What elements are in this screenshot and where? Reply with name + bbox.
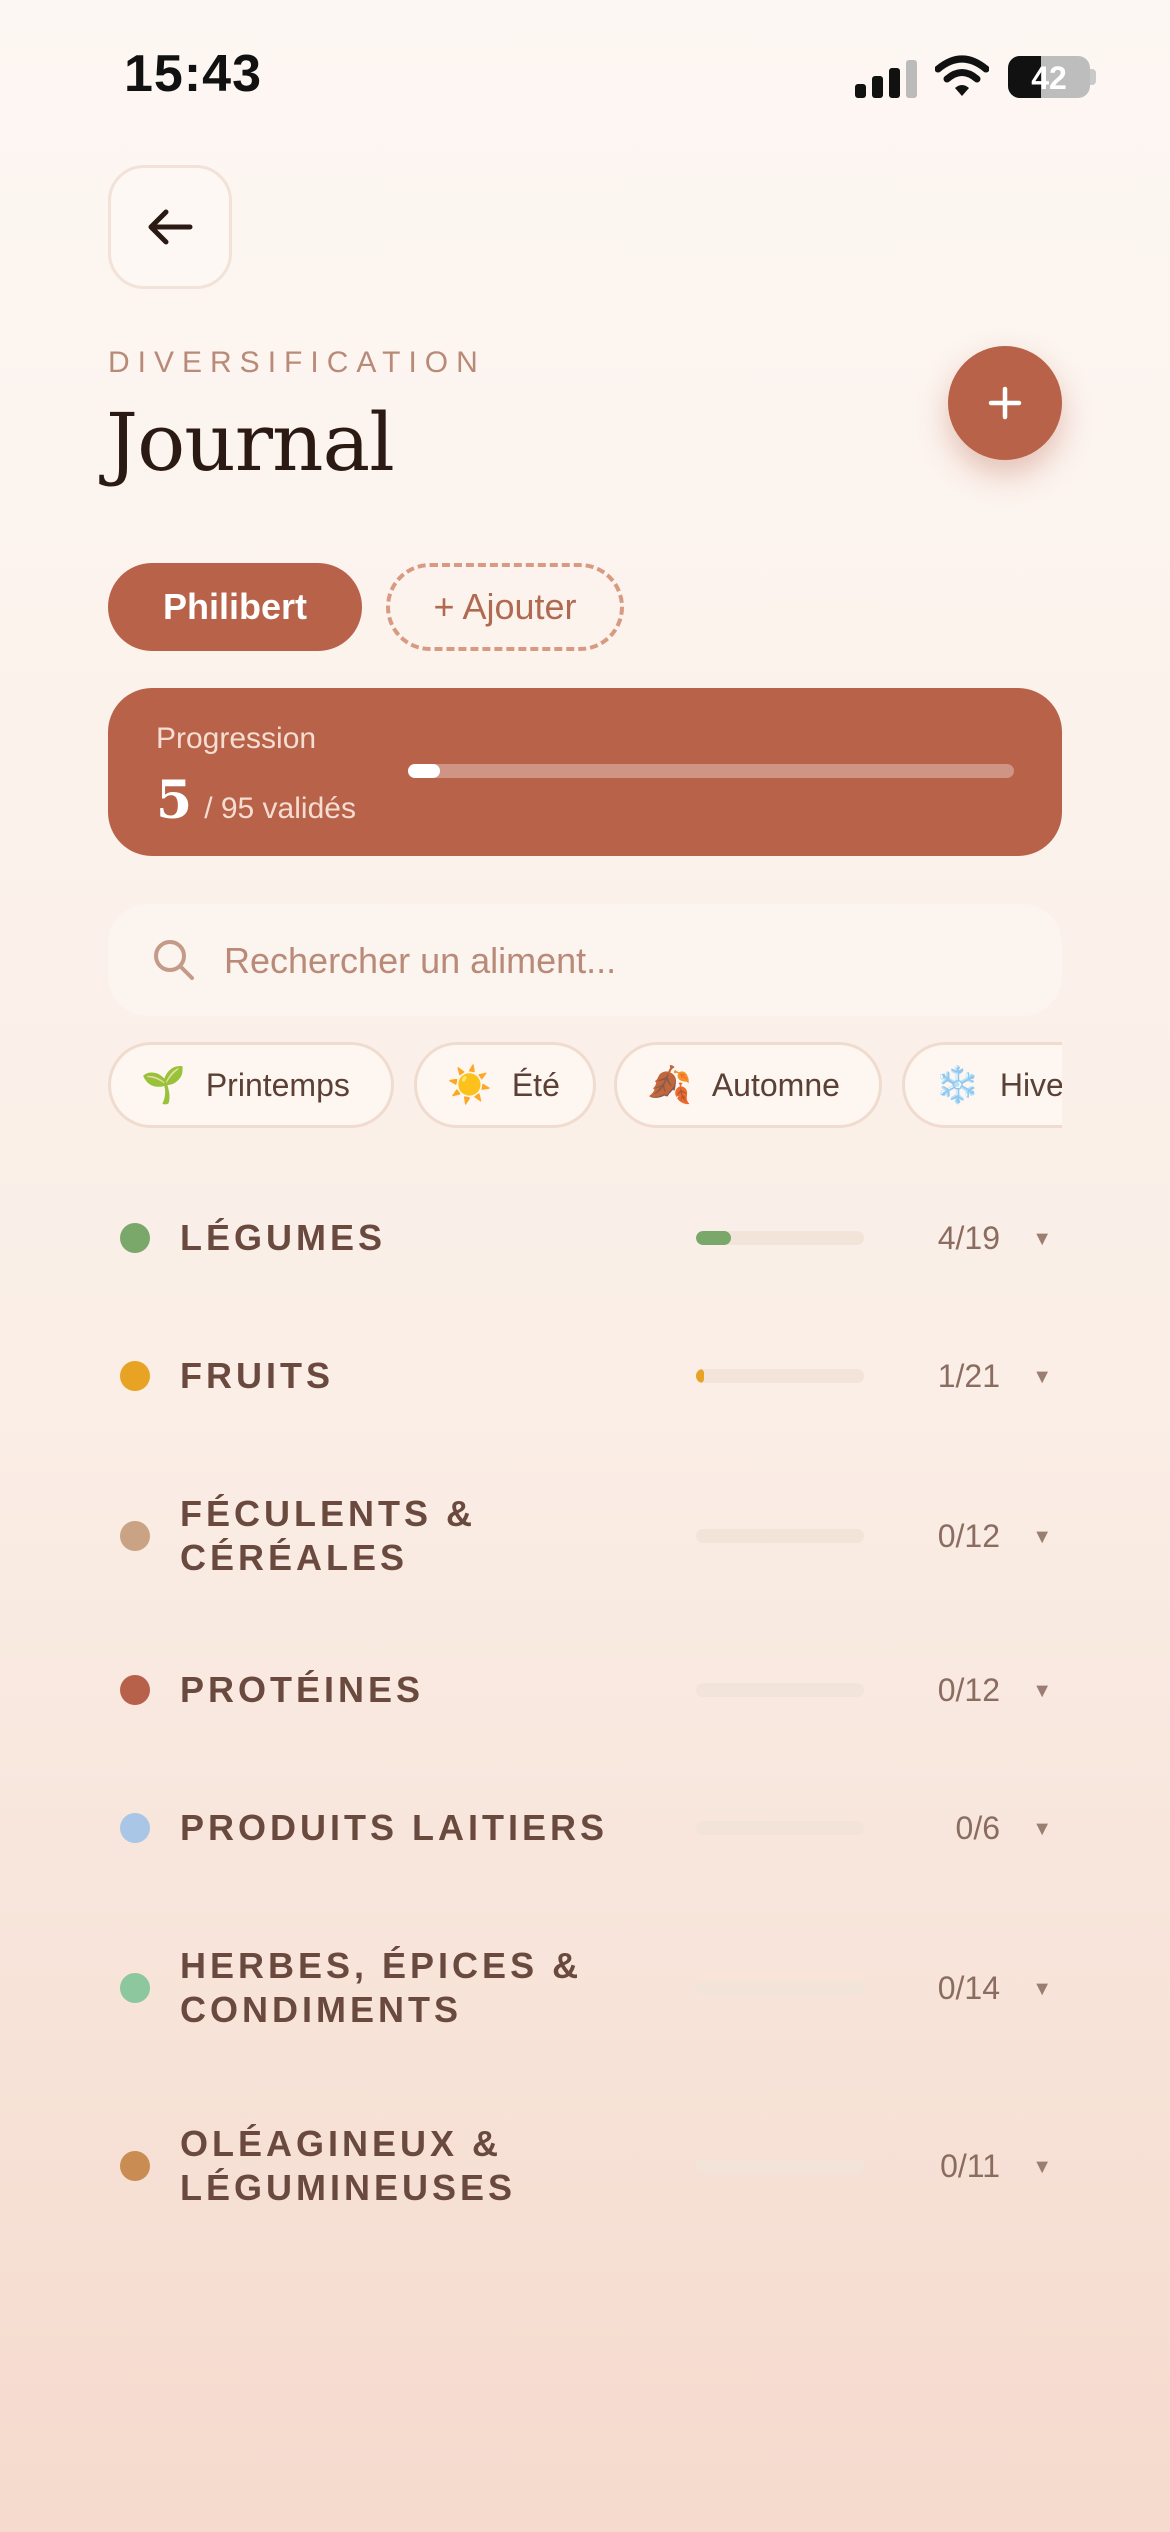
category-label: OLÉAGINEUX & LÉGUMINEUSES [180, 2123, 517, 2208]
category-progress-bar [696, 1231, 864, 1245]
category-progress-fill [696, 1231, 732, 1245]
category-progress-bar [696, 1369, 864, 1383]
season-chip-autumn[interactable]: 🍂 Automne [614, 1042, 882, 1128]
category-count: 4/19 [937, 1220, 1000, 1256]
category-row-legumes[interactable]: LÉGUMES 4/19 ▼ [108, 1208, 1062, 1268]
season-chip-spring[interactable]: 🌱 Printemps [108, 1042, 394, 1128]
category-progress-bar [696, 1683, 864, 1697]
progression-bar-fill [408, 764, 441, 778]
category-label: FRUITS [180, 1355, 334, 1396]
category-progress-bar [696, 1821, 864, 1835]
progression-validated: 5 [156, 770, 193, 831]
chevron-down-icon: ▼ [1032, 1818, 1052, 1840]
battery-level: 42 [1031, 60, 1067, 96]
category-color-dot [120, 1973, 150, 2003]
category-color-dot [120, 1675, 150, 1705]
category-count: 0/12 [937, 1672, 1000, 1708]
category-count: 0/14 [937, 1970, 1000, 2006]
category-row-oleagineux[interactable]: OLÉAGINEUX & LÉGUMINEUSES 0/11 ▼ [108, 2116, 1062, 2216]
category-count: 0/11 [940, 2148, 1000, 2184]
category-label: PRODUITS LAITIERS [180, 1807, 609, 1848]
search-icon [154, 940, 194, 980]
category-row-produits-laitiers[interactable]: PRODUITS LAITIERS 0/6 ▼ [108, 1798, 1062, 1858]
wifi-icon [934, 54, 990, 98]
status-time: 15:43 [124, 45, 262, 103]
category-row-fruits[interactable]: FRUITS 1/21 ▼ [108, 1346, 1062, 1406]
category-label: PROTÉINES [180, 1669, 425, 1710]
category-color-dot [120, 1813, 150, 1843]
category-row-proteines[interactable]: PROTÉINES 0/12 ▼ [108, 1660, 1062, 1720]
category-count: 0/6 [955, 1810, 1000, 1846]
chevron-down-icon: ▼ [1032, 1228, 1052, 1250]
category-progress-bar [696, 2159, 864, 2173]
category-progress-fill [696, 1369, 705, 1383]
section-overline: DIVERSIFICATION [108, 346, 486, 379]
seedling-icon: 🌱 [141, 1065, 186, 1106]
category-color-dot [120, 1521, 150, 1551]
progression-label: Progression [156, 722, 317, 755]
search-bar[interactable] [108, 904, 1062, 1016]
plus-icon [988, 386, 1022, 420]
category-color-dot [120, 1223, 150, 1253]
category-row-feculents[interactable]: FÉCULENTS & CÉRÉALES 0/12 ▼ [108, 1486, 1062, 1586]
season-label: Automne [711, 1066, 840, 1103]
season-label: Printemps [205, 1066, 350, 1103]
chevron-down-icon: ▼ [1032, 1366, 1052, 1388]
chevron-down-icon: ▼ [1032, 1978, 1052, 2000]
category-label: FÉCULENTS & CÉRÉALES [180, 1493, 476, 1578]
season-chip-winter[interactable]: ❄️ Hiver [902, 1042, 1062, 1128]
cellular-signal-icon [855, 58, 917, 98]
add-entry-button[interactable] [948, 346, 1062, 460]
arrow-left-icon [148, 209, 193, 245]
category-label: HERBES, ÉPICES & CONDIMENTS [180, 1945, 583, 2030]
add-child-button[interactable]: + Ajouter [386, 563, 624, 651]
fallen-leaf-icon: 🍂 [647, 1065, 692, 1106]
battery-icon: 42 [1008, 56, 1090, 98]
battery-cap [1090, 69, 1096, 85]
category-color-dot [120, 2151, 150, 2181]
progression-bar [408, 764, 1014, 778]
category-count: 0/12 [937, 1518, 1000, 1554]
season-filter-bar: 🌱 Printemps ☀️ Été 🍂 Automne ❄️ Hiver [108, 1042, 1062, 1128]
category-label: LÉGUMES [180, 1217, 387, 1258]
snowflake-icon: ❄️ [935, 1065, 980, 1106]
season-chip-summer[interactable]: ☀️ Été [414, 1042, 596, 1128]
page-title: Journal [106, 396, 395, 489]
category-row-herbes[interactable]: HERBES, ÉPICES & CONDIMENTS 0/14 ▼ [108, 1938, 1062, 2038]
category-progress-bar [696, 1529, 864, 1543]
progression-total: / 95 validés [204, 792, 356, 825]
child-chip-active[interactable]: Philibert [108, 563, 362, 651]
search-input[interactable] [222, 926, 1026, 996]
category-count: 1/21 [937, 1358, 1000, 1394]
category-color-dot [120, 1361, 150, 1391]
category-progress-bar [696, 1981, 864, 1995]
chevron-down-icon: ▼ [1032, 1680, 1052, 1702]
season-label: Été [511, 1066, 560, 1103]
chevron-down-icon: ▼ [1032, 1526, 1052, 1548]
sun-icon: ☀️ [447, 1065, 492, 1106]
progression-count: 5 / 95 validés [156, 770, 356, 831]
progression-card: Progression 5 / 95 validés [108, 688, 1062, 856]
chevron-down-icon: ▼ [1032, 2156, 1052, 2178]
back-button[interactable] [108, 165, 232, 289]
season-label: Hiver [999, 1066, 1062, 1103]
